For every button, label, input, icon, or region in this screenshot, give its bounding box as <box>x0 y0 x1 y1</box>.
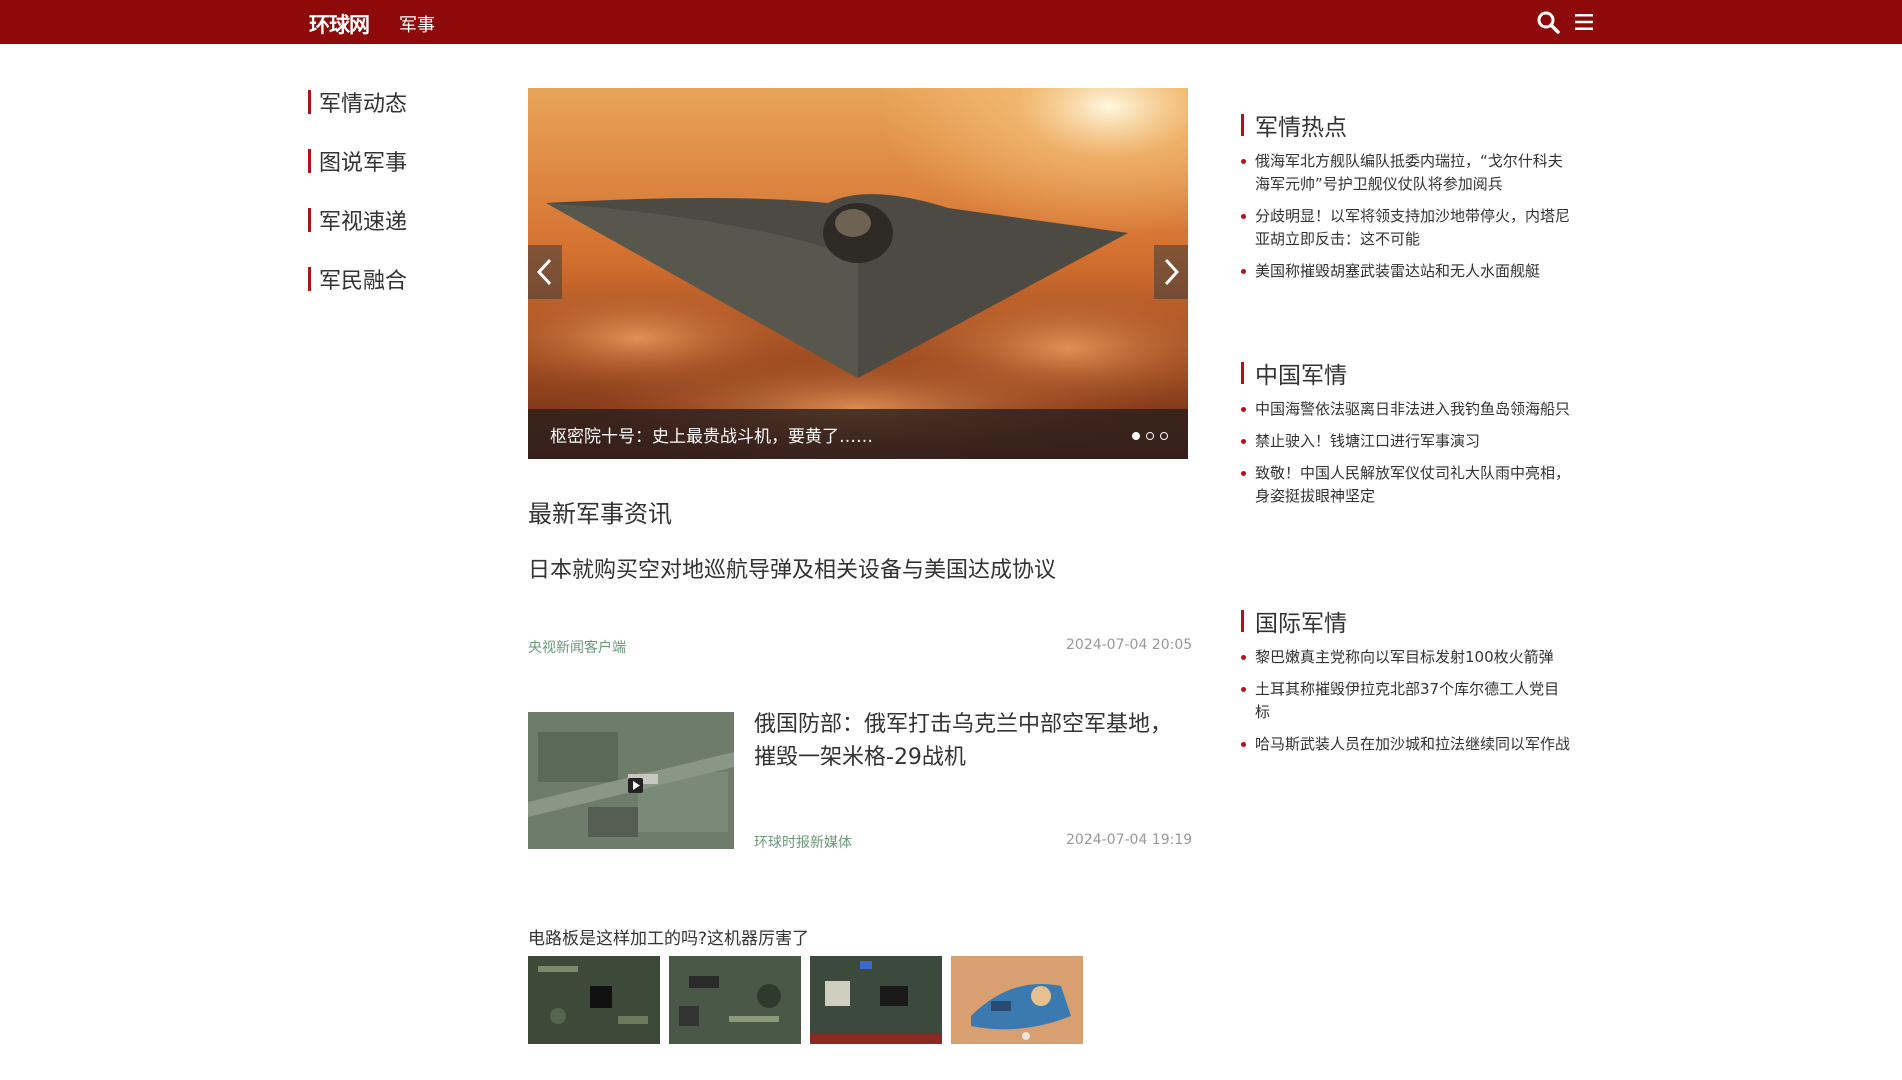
bullet-icon <box>1241 214 1246 219</box>
video-thumbnail[interactable] <box>528 956 660 1044</box>
site-logo[interactable]: 环球网 <box>309 9 370 39</box>
carousel-image[interactable] <box>528 88 1188 459</box>
video-thumbnail[interactable] <box>951 956 1083 1044</box>
news-time: 2024-07-04 20:05 <box>1066 637 1193 653</box>
leftnav-item[interactable]: 军民融合 <box>308 265 508 294</box>
section-header: 中国军情 <box>1241 356 1571 390</box>
nav-marker <box>308 149 311 173</box>
carousel-dot[interactable] <box>1146 432 1154 440</box>
nav-marker <box>308 208 311 232</box>
carousel-dot[interactable] <box>1160 432 1168 440</box>
headline-item[interactable]: 黎巴嫩真主党称向以军目标发射100枚火箭弹 <box>1241 646 1571 669</box>
video-thumbnail-image <box>528 956 660 1044</box>
video-thumbnail[interactable] <box>669 956 801 1044</box>
headline-item[interactable]: 中国海警依法驱离日非法进入我钓鱼岛领海船只 <box>1241 398 1571 421</box>
hero-carousel[interactable]: 枢密院十号：史上最贵战斗机，要黄了…… <box>528 88 1188 459</box>
section-marker <box>1241 362 1244 384</box>
news-thumbnail[interactable] <box>528 712 734 849</box>
headline-text: 中国海警依法驱离日非法进入我钓鱼岛领海船只 <box>1255 400 1571 418</box>
video-thumbnail-image <box>951 956 1083 1044</box>
section-title[interactable]: 中国军情 <box>1255 356 1347 390</box>
section-title-latest: 最新军事资讯 <box>528 500 672 528</box>
bullet-icon <box>1241 159 1246 164</box>
section-header: 国际军情 <box>1241 604 1571 638</box>
bullet-icon <box>1241 655 1246 660</box>
leftnav-item-label: 军情动态 <box>319 92 408 117</box>
top-bar: 环球网 军事 <box>0 0 1902 44</box>
headline-item[interactable]: 禁止驶入！钱塘江口进行军事演习 <box>1241 430 1571 453</box>
bullet-icon <box>1241 742 1246 747</box>
menu-icon[interactable] <box>1574 12 1594 32</box>
carousel-dot[interactable] <box>1132 432 1140 440</box>
leftnav-item-label: 图说军事 <box>319 151 408 176</box>
carousel-prev-button[interactable] <box>528 245 562 299</box>
leftnav-item[interactable]: 军情动态 <box>308 88 508 117</box>
right-section-military-hotspots: 军情热点 俄海军北方舰队编队抵委内瑞拉，“戈尔什科夫海军元帅”号护卫舰仪仗队将参… <box>1241 108 1571 292</box>
nav-marker <box>308 267 311 291</box>
news-title[interactable]: 日本就购买空对地巡航导弹及相关设备与美国达成协议 <box>528 552 1188 584</box>
headline-item[interactable]: 分歧明显！以军将领支持加沙地带停火，内塔尼亚胡立即反击：这不可能 <box>1241 205 1571 251</box>
news-item[interactable]: 日本就购买空对地巡航导弹及相关设备与美国达成协议 <box>528 552 1188 584</box>
video-title[interactable]: 电路板是这样加工的吗?这机器厉害了 <box>528 924 809 949</box>
news-source: 环球时报新媒体 <box>754 835 852 851</box>
chevron-left-icon <box>536 258 552 286</box>
bullet-icon <box>1241 439 1246 444</box>
section-marker <box>1241 610 1244 632</box>
carousel-next-button[interactable] <box>1154 245 1188 299</box>
bullet-icon <box>1241 687 1246 692</box>
section-marker <box>1241 114 1244 136</box>
headline-item[interactable]: 土耳其称摧毁伊拉克北部37个库尔德工人党目标 <box>1241 678 1571 724</box>
headline-item[interactable]: 俄海军北方舰队编队抵委内瑞拉，“戈尔什科夫海军元帅”号护卫舰仪仗队将参加阅兵 <box>1241 150 1571 196</box>
leftnav-item-label: 军视速递 <box>319 210 408 235</box>
video-thumbnail[interactable] <box>810 956 942 1044</box>
carousel-caption[interactable]: 枢密院十号：史上最贵战斗机，要黄了…… <box>550 422 873 447</box>
headline-text: 土耳其称摧毁伊拉克北部37个库尔德工人党目标 <box>1255 680 1560 721</box>
video-thumbnails <box>528 956 1083 1044</box>
headline-list: 中国海警依法驱离日非法进入我钓鱼岛领海船只 禁止驶入！钱塘江口进行军事演习 致敬… <box>1241 398 1571 508</box>
bullet-icon <box>1241 407 1246 412</box>
news-thumbnail-image <box>528 712 734 849</box>
carousel-dots <box>1132 432 1168 440</box>
headline-item[interactable]: 致敬！中国人民解放军仪仗司礼大队雨中亮相，身姿挺拔眼神坚定 <box>1241 462 1571 508</box>
leftnav-item[interactable]: 军视速递 <box>308 206 508 235</box>
right-section-international-military: 国际军情 黎巴嫩真主党称向以军目标发射100枚火箭弹 土耳其称摧毁伊拉克北部37… <box>1241 604 1571 765</box>
video-thumbnail-image <box>810 956 942 1044</box>
search-icon[interactable] <box>1536 10 1560 34</box>
right-section-china-military: 中国军情 中国海警依法驱离日非法进入我钓鱼岛领海船只 禁止驶入！钱塘江口进行军事… <box>1241 356 1571 517</box>
headline-text: 分歧明显！以军将领支持加沙地带停火，内塔尼亚胡立即反击：这不可能 <box>1255 207 1571 248</box>
left-nav: 军情动态 图说军事 军视速递 军民融合 <box>308 88 508 324</box>
leftnav-item-label: 军民融合 <box>319 269 408 294</box>
headline-text: 黎巴嫩真主党称向以军目标发射100枚火箭弹 <box>1255 648 1554 666</box>
headline-text: 致敬！中国人民解放军仪仗司礼大队雨中亮相，身姿挺拔眼神坚定 <box>1255 464 1571 505</box>
headline-text: 禁止驶入！钱塘江口进行军事演习 <box>1255 432 1481 450</box>
news-source: 央视新闻客户端 <box>528 640 626 656</box>
headline-text: 哈马斯武装人员在加沙城和拉法继续同以军作战 <box>1255 735 1571 753</box>
section-title[interactable]: 国际军情 <box>1255 604 1347 638</box>
news-time: 2024-07-04 19:19 <box>1066 832 1193 848</box>
bullet-icon <box>1241 269 1246 274</box>
chevron-right-icon <box>1164 258 1180 286</box>
section-header: 军情热点 <box>1241 108 1571 142</box>
nav-marker <box>308 90 311 114</box>
video-thumbnail-image <box>669 956 801 1044</box>
headline-item[interactable]: 美国称摧毁胡塞武装雷达站和无人水面舰艇 <box>1241 260 1571 283</box>
headline-list: 俄海军北方舰队编队抵委内瑞拉，“戈尔什科夫海军元帅”号护卫舰仪仗队将参加阅兵 分… <box>1241 150 1571 283</box>
section-title[interactable]: 军情热点 <box>1255 108 1347 142</box>
headline-item[interactable]: 哈马斯武装人员在加沙城和拉法继续同以军作战 <box>1241 733 1571 756</box>
headline-text: 美国称摧毁胡塞武装雷达站和无人水面舰艇 <box>1255 262 1541 280</box>
leftnav-item[interactable]: 图说军事 <box>308 147 508 176</box>
bullet-icon <box>1241 471 1246 476</box>
channel-label[interactable]: 军事 <box>399 11 435 37</box>
headline-text: 俄海军北方舰队编队抵委内瑞拉，“戈尔什科夫海军元帅”号护卫舰仪仗队将参加阅兵 <box>1255 152 1563 193</box>
headline-list: 黎巴嫩真主党称向以军目标发射100枚火箭弹 土耳其称摧毁伊拉克北部37个库尔德工… <box>1241 646 1571 756</box>
news-title[interactable]: 俄国防部：俄军打击乌克兰中部空军基地，摧毁一架米格-29战机 <box>754 708 1184 774</box>
